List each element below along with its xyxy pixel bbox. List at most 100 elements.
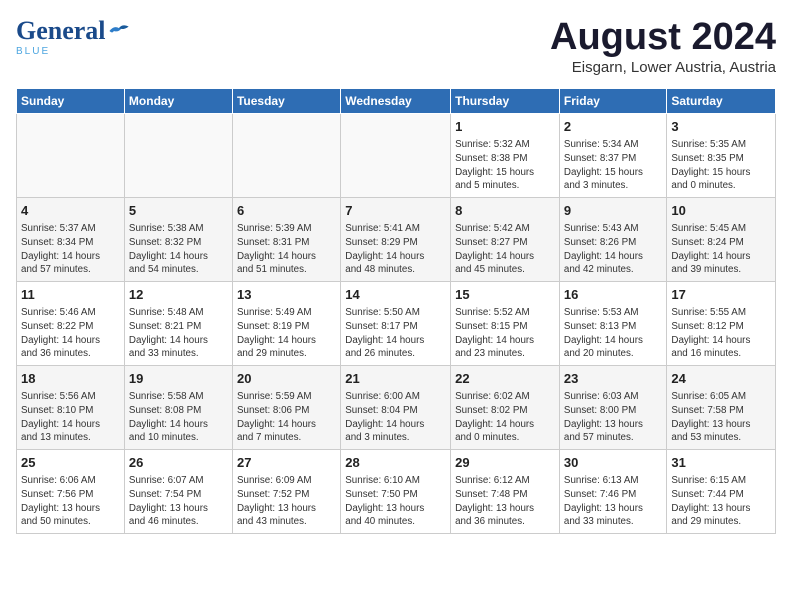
calendar-cell: 18 Sunrise: 5:56 AM Sunset: 8:10 PM Dayli… <box>17 366 125 450</box>
weekday-header-monday: Monday <box>124 89 232 114</box>
location-subtitle: Eisgarn, Lower Austria, Austria <box>550 59 776 76</box>
day-info: Sunrise: 5:37 AM Sunset: 8:34 PM Dayligh… <box>21 222 120 277</box>
day-number: 20 <box>237 370 336 388</box>
day-info: Sunrise: 6:15 AM Sunset: 7:44 PM Dayligh… <box>671 474 771 529</box>
day-info: Sunrise: 5:46 AM Sunset: 8:22 PM Dayligh… <box>21 306 120 361</box>
weekday-header-sunday: Sunday <box>17 89 125 114</box>
calendar-cell: 11 Sunrise: 5:46 AM Sunset: 8:22 PM Dayli… <box>17 282 125 366</box>
calendar-cell <box>341 114 451 198</box>
calendar-cell <box>124 114 232 198</box>
logo-general-text: General <box>16 16 106 46</box>
month-title: August 2024 <box>550 16 776 59</box>
calendar-cell: 1Sunrise: 5:32 AM Sunset: 8:38 PM Daylig… <box>451 114 560 198</box>
day-number: 19 <box>129 370 228 388</box>
day-info: Sunrise: 5:50 AM Sunset: 8:17 PM Dayligh… <box>345 306 446 361</box>
logo-bird-icon <box>108 22 130 40</box>
week-row-1: 1Sunrise: 5:32 AM Sunset: 8:38 PM Daylig… <box>17 114 776 198</box>
day-number: 27 <box>237 454 336 472</box>
calendar-cell: 12 Sunrise: 5:48 AM Sunset: 8:21 PM Dayli… <box>124 282 232 366</box>
calendar-cell: 22 Sunrise: 6:02 AM Sunset: 8:02 PM Dayli… <box>451 366 560 450</box>
day-number: 24 <box>671 370 771 388</box>
day-info: Sunrise: 5:41 AM Sunset: 8:29 PM Dayligh… <box>345 222 446 277</box>
calendar-cell: 6Sunrise: 5:39 AM Sunset: 8:31 PM Daylig… <box>232 198 340 282</box>
calendar-cell: 28 Sunrise: 6:10 AM Sunset: 7:50 PM Dayli… <box>341 450 451 534</box>
calendar-cell: 7Sunrise: 5:41 AM Sunset: 8:29 PM Daylig… <box>341 198 451 282</box>
day-number: 22 <box>455 370 555 388</box>
calendar-cell: 15 Sunrise: 5:52 AM Sunset: 8:15 PM Dayli… <box>451 282 560 366</box>
day-number: 8 <box>455 202 555 220</box>
calendar-cell: 26Sunrise: 6:07 AM Sunset: 7:54 PM Dayli… <box>124 450 232 534</box>
weekday-header-saturday: Saturday <box>667 89 776 114</box>
logo: General BLUE <box>16 16 130 57</box>
day-number: 12 <box>129 286 228 304</box>
logo-tagline: BLUE <box>16 46 50 57</box>
day-number: 10 <box>671 202 771 220</box>
day-info: Sunrise: 6:00 AM Sunset: 8:04 PM Dayligh… <box>345 390 446 445</box>
day-number: 2 <box>564 118 662 136</box>
day-info: Sunrise: 5:43 AM Sunset: 8:26 PM Dayligh… <box>564 222 662 277</box>
calendar-cell: 16Sunrise: 5:53 AM Sunset: 8:13 PM Dayli… <box>559 282 666 366</box>
week-row-3: 11 Sunrise: 5:46 AM Sunset: 8:22 PM Dayli… <box>17 282 776 366</box>
day-info: Sunrise: 5:49 AM Sunset: 8:19 PM Dayligh… <box>237 306 336 361</box>
day-number: 28 <box>345 454 446 472</box>
calendar-cell: 17 Sunrise: 5:55 AM Sunset: 8:12 PM Dayli… <box>667 282 776 366</box>
day-info: Sunrise: 5:38 AM Sunset: 8:32 PM Dayligh… <box>129 222 228 277</box>
calendar-cell: 9 Sunrise: 5:43 AM Sunset: 8:26 PM Daylig… <box>559 198 666 282</box>
day-info: Sunrise: 6:09 AM Sunset: 7:52 PM Dayligh… <box>237 474 336 529</box>
day-number: 13 <box>237 286 336 304</box>
day-info: Sunrise: 5:56 AM Sunset: 8:10 PM Dayligh… <box>21 390 120 445</box>
day-info: Sunrise: 5:48 AM Sunset: 8:21 PM Dayligh… <box>129 306 228 361</box>
day-number: 30 <box>564 454 662 472</box>
day-number: 5 <box>129 202 228 220</box>
calendar-cell: 29Sunrise: 6:12 AM Sunset: 7:48 PM Dayli… <box>451 450 560 534</box>
week-row-5: 25 Sunrise: 6:06 AM Sunset: 7:56 PM Dayli… <box>17 450 776 534</box>
day-info: Sunrise: 6:02 AM Sunset: 8:02 PM Dayligh… <box>455 390 555 445</box>
day-number: 18 <box>21 370 120 388</box>
calendar-cell: 21Sunrise: 6:00 AM Sunset: 8:04 PM Dayli… <box>341 366 451 450</box>
day-info: Sunrise: 5:35 AM Sunset: 8:35 PM Dayligh… <box>671 138 771 193</box>
calendar-cell: 19 Sunrise: 5:58 AM Sunset: 8:08 PM Dayli… <box>124 366 232 450</box>
weekday-header-wednesday: Wednesday <box>341 89 451 114</box>
day-info: Sunrise: 5:55 AM Sunset: 8:12 PM Dayligh… <box>671 306 771 361</box>
day-number: 11 <box>21 286 120 304</box>
calendar-cell: 23 Sunrise: 6:03 AM Sunset: 8:00 PM Dayli… <box>559 366 666 450</box>
day-number: 16 <box>564 286 662 304</box>
calendar-cell: 20 Sunrise: 5:59 AM Sunset: 8:06 PM Dayli… <box>232 366 340 450</box>
calendar-cell: 30 Sunrise: 6:13 AM Sunset: 7:46 PM Dayli… <box>559 450 666 534</box>
weekday-header-friday: Friday <box>559 89 666 114</box>
day-info: Sunrise: 5:32 AM Sunset: 8:38 PM Dayligh… <box>455 138 555 193</box>
calendar-cell: 3Sunrise: 5:35 AM Sunset: 8:35 PM Daylig… <box>667 114 776 198</box>
title-block: August 2024 Eisgarn, Lower Austria, Aust… <box>550 16 776 76</box>
week-row-4: 18 Sunrise: 5:56 AM Sunset: 8:10 PM Dayli… <box>17 366 776 450</box>
day-info: Sunrise: 5:34 AM Sunset: 8:37 PM Dayligh… <box>564 138 662 193</box>
day-number: 17 <box>671 286 771 304</box>
day-info: Sunrise: 5:59 AM Sunset: 8:06 PM Dayligh… <box>237 390 336 445</box>
day-info: Sunrise: 6:10 AM Sunset: 7:50 PM Dayligh… <box>345 474 446 529</box>
day-number: 14 <box>345 286 446 304</box>
day-number: 29 <box>455 454 555 472</box>
calendar-cell: 24 Sunrise: 6:05 AM Sunset: 7:58 PM Dayli… <box>667 366 776 450</box>
calendar-table: SundayMondayTuesdayWednesdayThursdayFrid… <box>16 88 776 534</box>
day-info: Sunrise: 5:42 AM Sunset: 8:27 PM Dayligh… <box>455 222 555 277</box>
calendar-cell: 4Sunrise: 5:37 AM Sunset: 8:34 PM Daylig… <box>17 198 125 282</box>
day-info: Sunrise: 6:03 AM Sunset: 8:00 PM Dayligh… <box>564 390 662 445</box>
calendar-cell: 2 Sunrise: 5:34 AM Sunset: 8:37 PM Daylig… <box>559 114 666 198</box>
day-info: Sunrise: 6:05 AM Sunset: 7:58 PM Dayligh… <box>671 390 771 445</box>
day-number: 23 <box>564 370 662 388</box>
day-info: Sunrise: 5:52 AM Sunset: 8:15 PM Dayligh… <box>455 306 555 361</box>
calendar-cell: 27 Sunrise: 6:09 AM Sunset: 7:52 PM Dayli… <box>232 450 340 534</box>
calendar-cell: 31Sunrise: 6:15 AM Sunset: 7:44 PM Dayli… <box>667 450 776 534</box>
day-info: Sunrise: 5:45 AM Sunset: 8:24 PM Dayligh… <box>671 222 771 277</box>
day-info: Sunrise: 5:58 AM Sunset: 8:08 PM Dayligh… <box>129 390 228 445</box>
weekday-header-tuesday: Tuesday <box>232 89 340 114</box>
day-number: 9 <box>564 202 662 220</box>
day-number: 26 <box>129 454 228 472</box>
day-number: 25 <box>21 454 120 472</box>
day-number: 6 <box>237 202 336 220</box>
day-info: Sunrise: 6:13 AM Sunset: 7:46 PM Dayligh… <box>564 474 662 529</box>
weekday-header-thursday: Thursday <box>451 89 560 114</box>
day-number: 15 <box>455 286 555 304</box>
calendar-cell <box>232 114 340 198</box>
calendar-cell <box>17 114 125 198</box>
day-info: Sunrise: 6:06 AM Sunset: 7:56 PM Dayligh… <box>21 474 120 529</box>
